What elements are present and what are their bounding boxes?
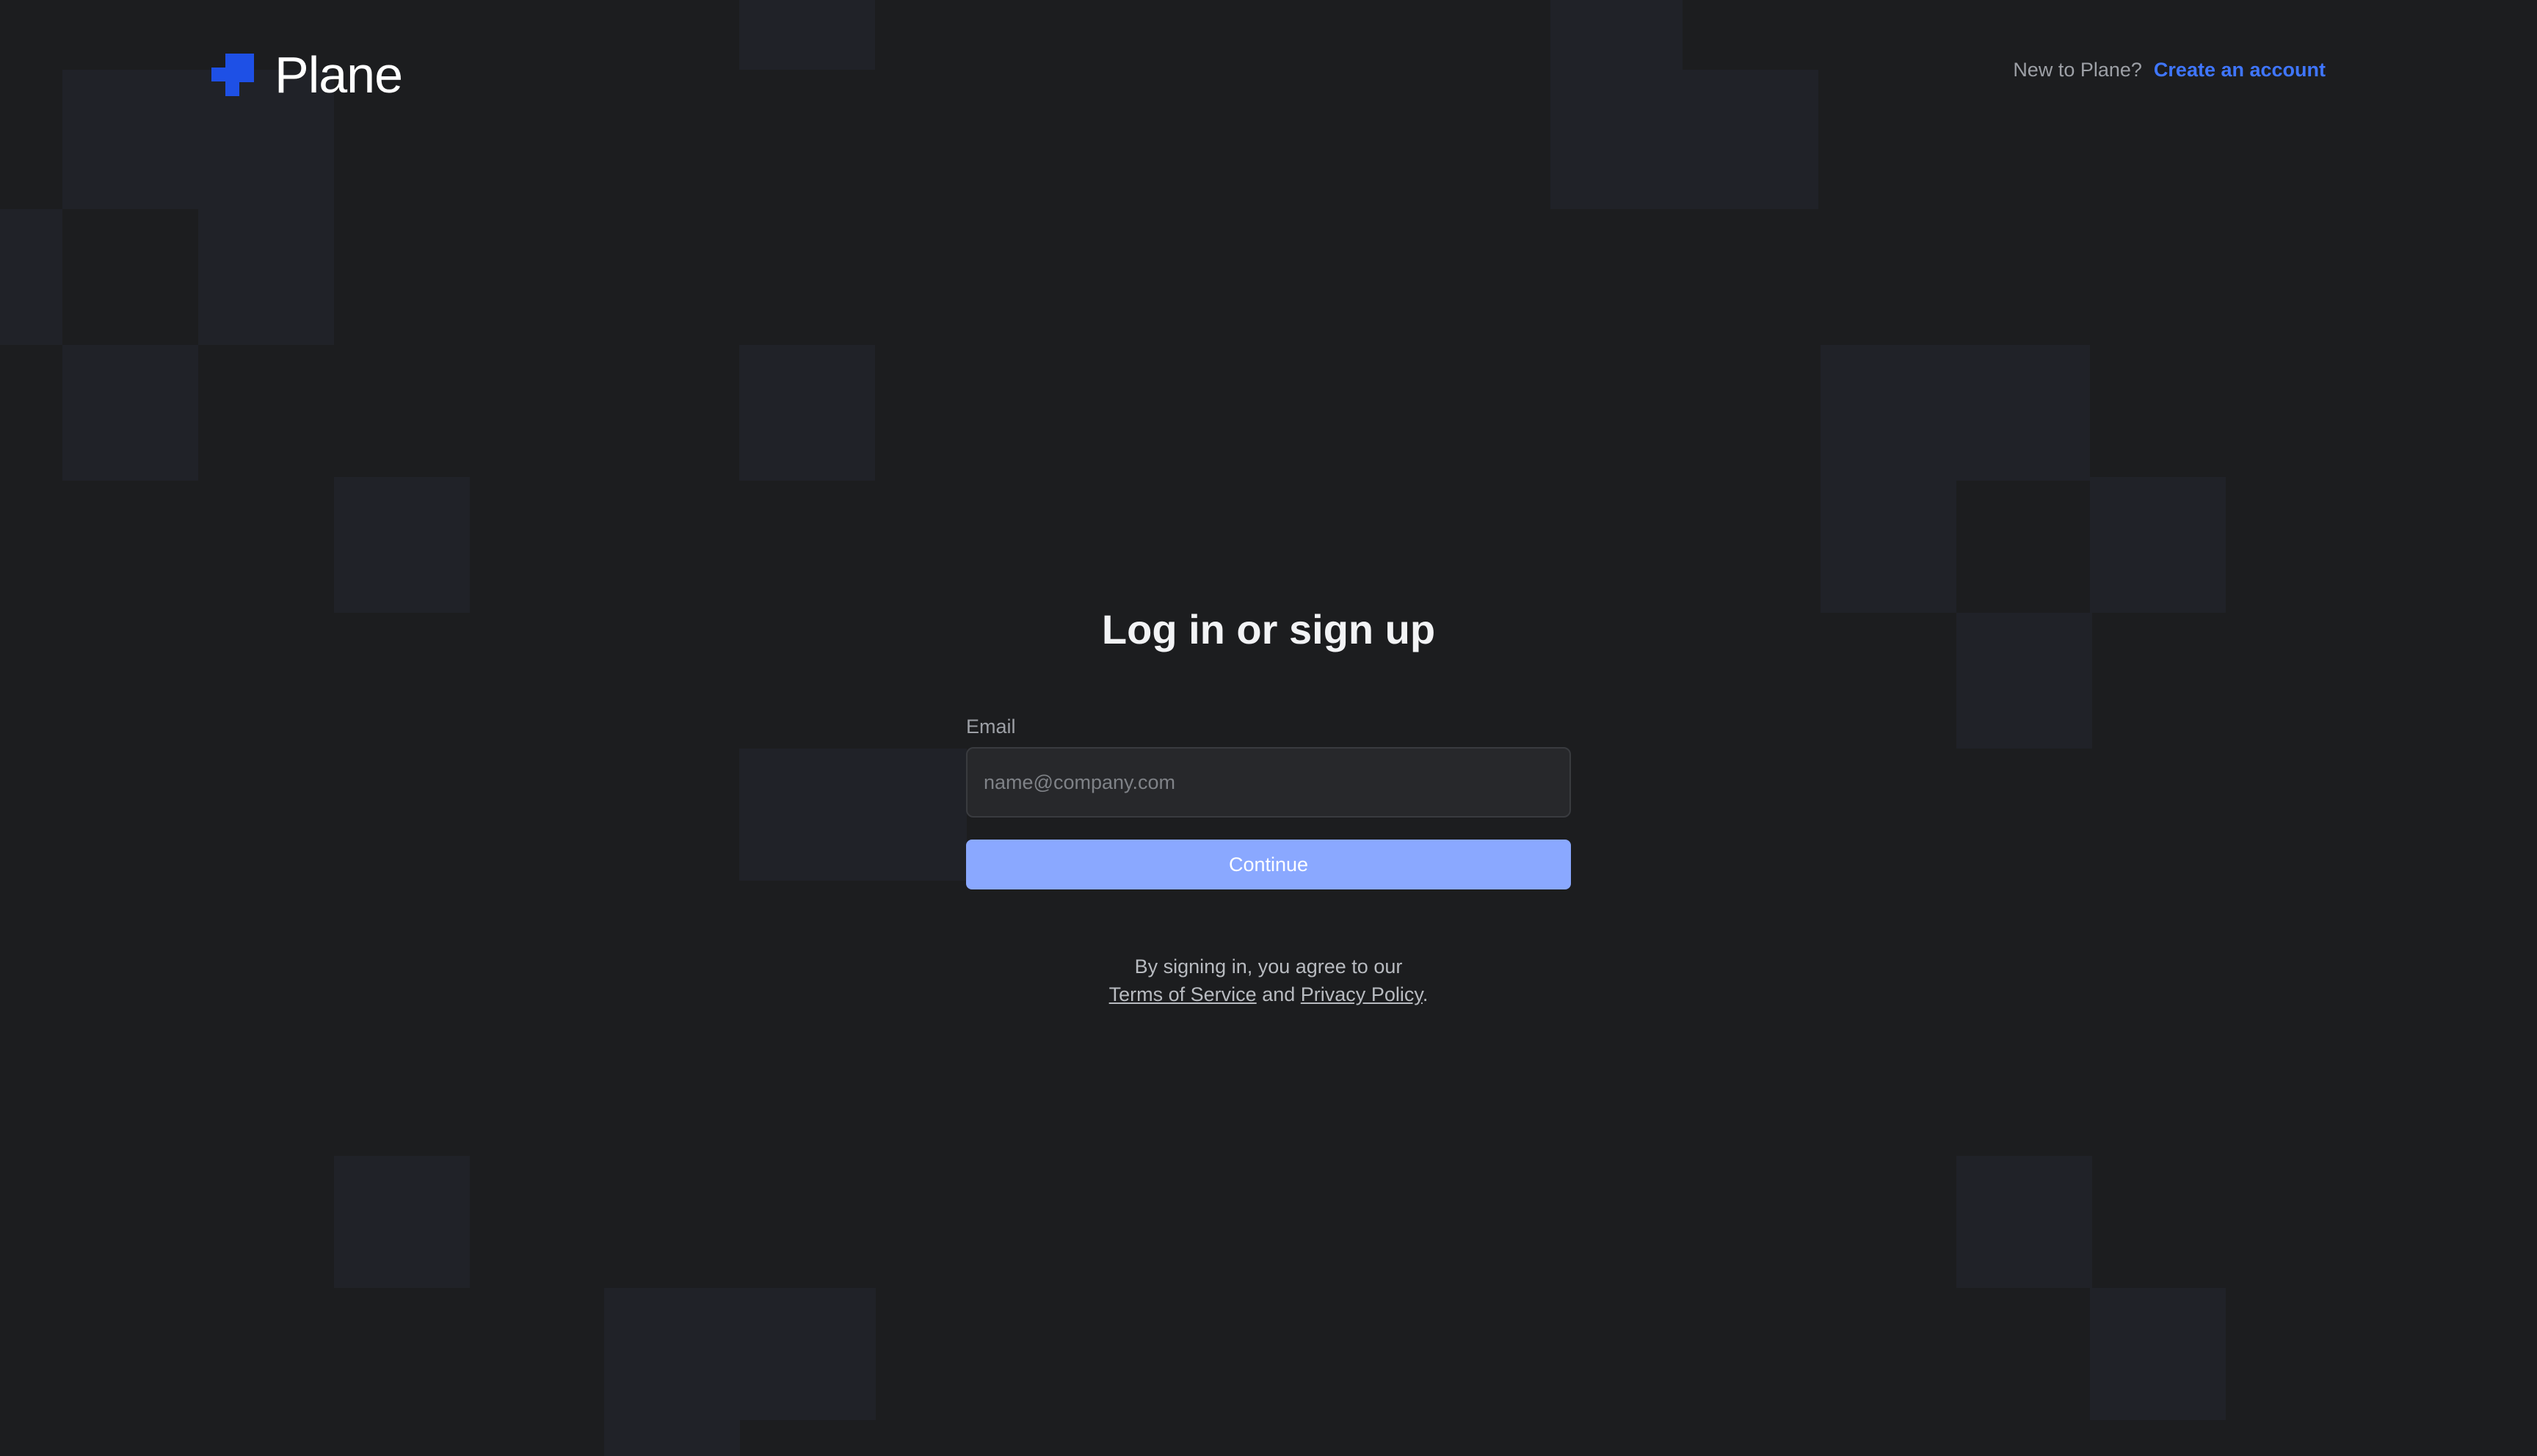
privacy-policy-link[interactable]: Privacy Policy	[1301, 983, 1423, 1005]
legal-notice: By signing in, you agree to our Terms of…	[966, 953, 1571, 1008]
plane-logo-icon	[211, 54, 254, 96]
plane-logo-wordmark: Plane	[275, 46, 403, 103]
plane-logo[interactable]: Plane	[211, 46, 403, 103]
signup-prompt: New to Plane? Create an account	[2013, 59, 2326, 81]
new-user-prompt-text: New to Plane?	[2013, 59, 2142, 81]
legal-notice-text: By signing in, you agree to our	[1134, 956, 1403, 978]
terms-of-service-link[interactable]: Terms of Service	[1109, 983, 1257, 1005]
legal-and-text: and	[1262, 983, 1296, 1005]
top-header: Plane New to Plane? Create an account	[0, 0, 2537, 147]
legal-period: .	[1422, 983, 1429, 1005]
login-form: Log in or sign up Email Continue By sign…	[966, 602, 1571, 1008]
create-account-link[interactable]: Create an account	[2154, 59, 2326, 81]
page-title: Log in or sign up	[1101, 606, 1436, 652]
legal-links-line: Terms of Service and Privacy Policy.	[966, 980, 1571, 1008]
email-label: Email	[966, 716, 1016, 738]
continue-button[interactable]: Continue	[966, 840, 1571, 889]
email-field[interactable]	[966, 747, 1571, 818]
